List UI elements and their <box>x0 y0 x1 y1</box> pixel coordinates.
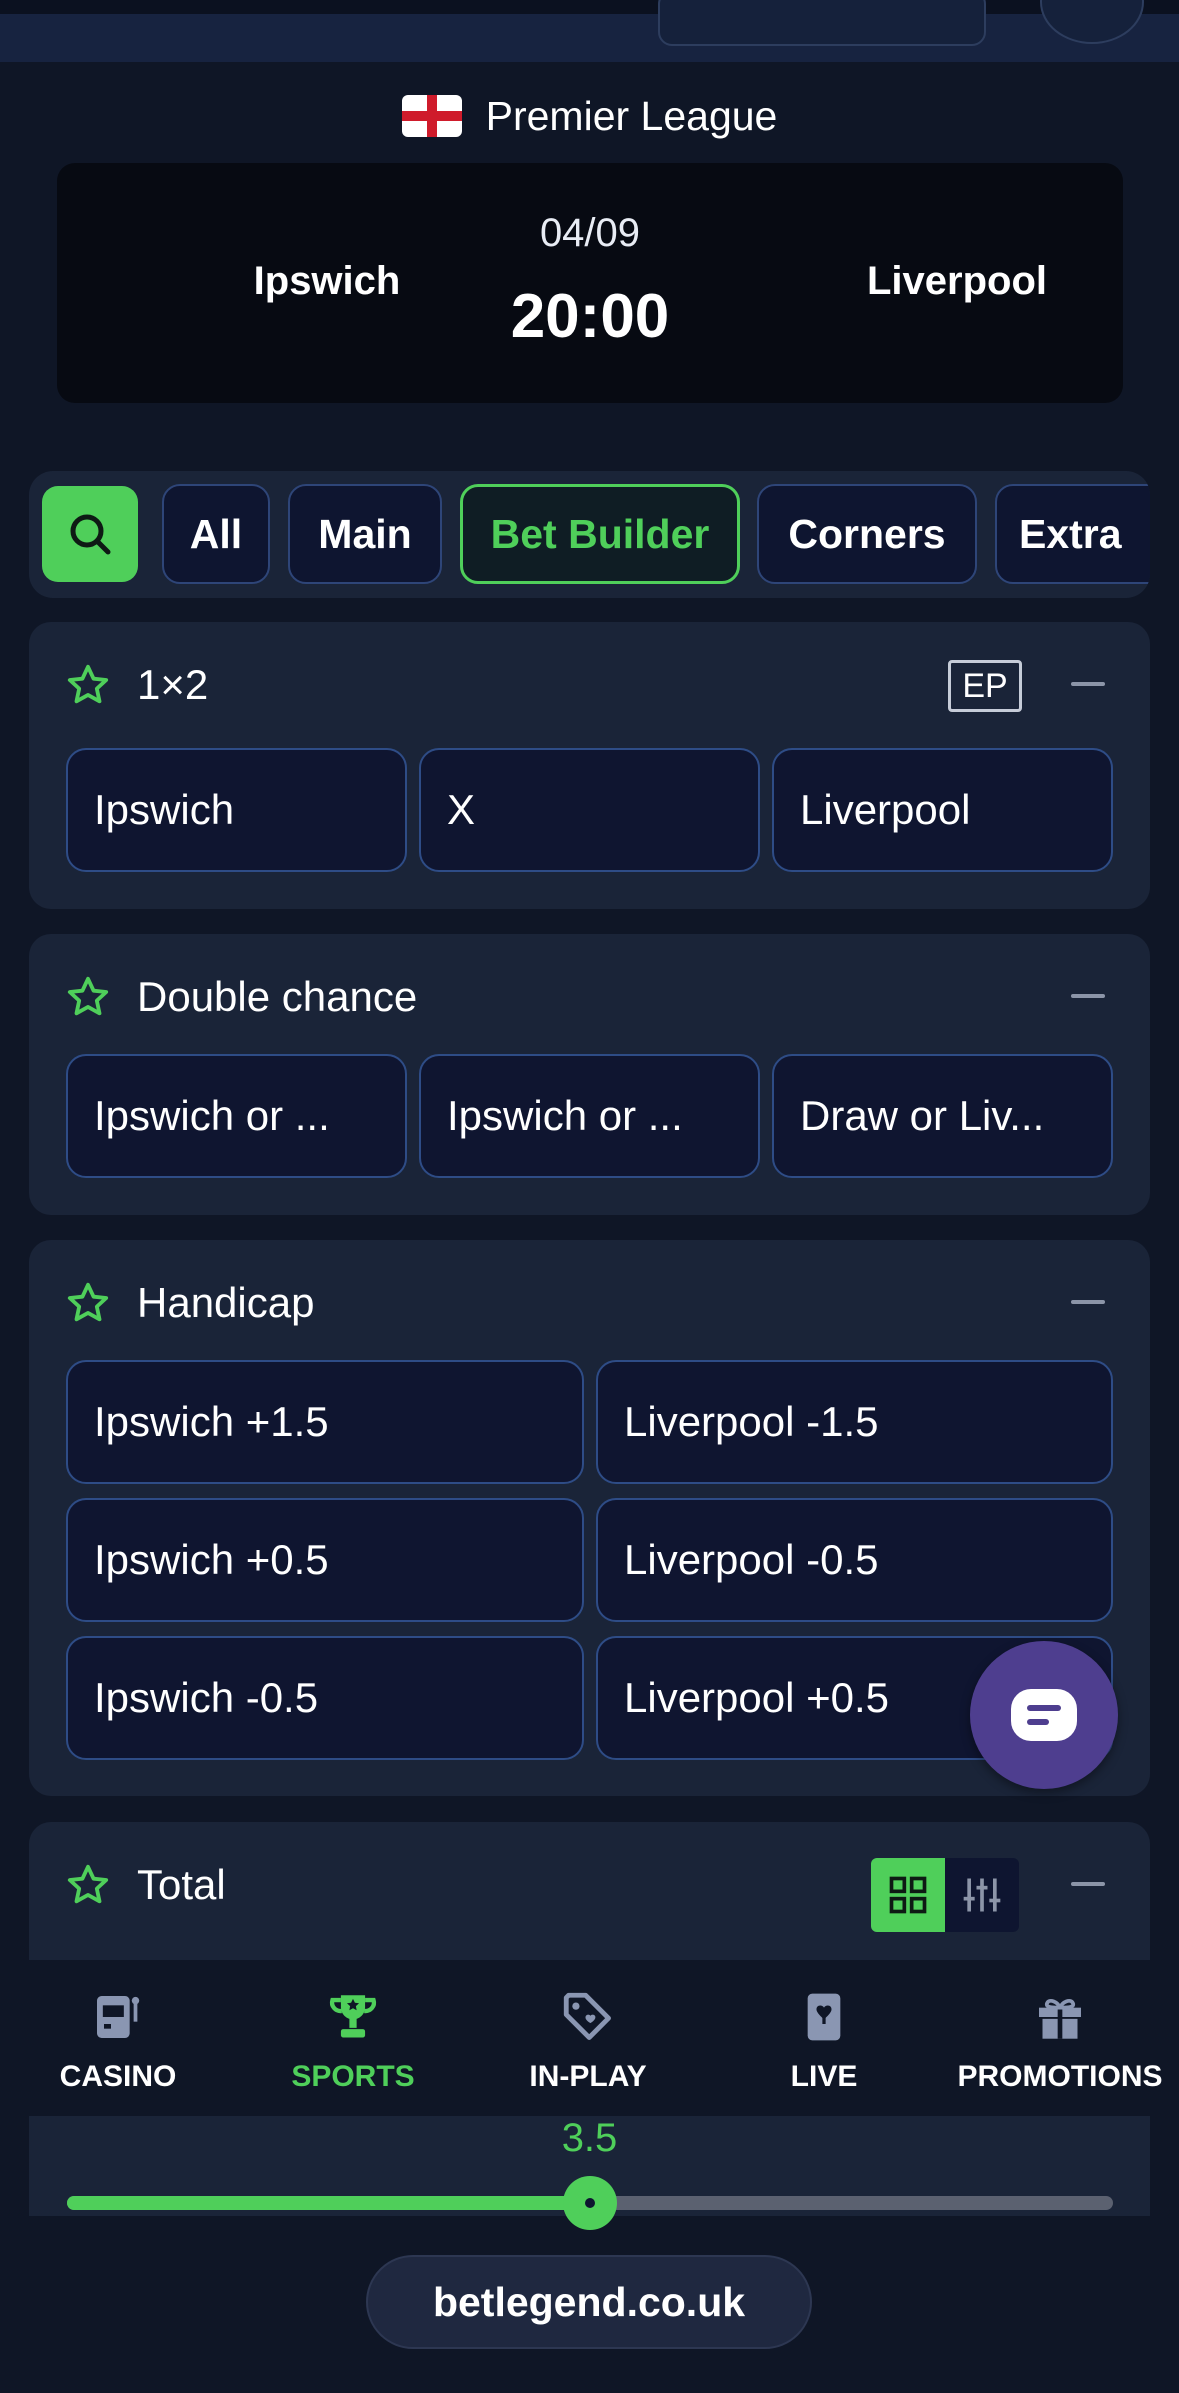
tab-all[interactable]: All <box>162 484 270 584</box>
total-line-slider: 3.5 <box>29 2116 1150 2230</box>
gift-icon <box>942 1986 1178 2048</box>
market-title: Double chance <box>137 973 418 1020</box>
selection-button[interactable]: Ipswich -0.5 <box>66 1636 584 1760</box>
selection-button[interactable]: Liverpool -0.5 <box>596 1498 1113 1622</box>
sliders-icon <box>963 1878 1001 1912</box>
slider-fill <box>67 2196 590 2210</box>
market-header: Handicap <box>65 1240 1115 1366</box>
search-button[interactable] <box>42 486 138 582</box>
market-total: Total <box>29 1822 1150 1982</box>
market-header: 1×2 EP <box>65 622 1115 748</box>
tag-icon <box>470 1986 706 2048</box>
collapse-icon[interactable] <box>1071 1882 1105 1886</box>
chat-icon <box>1011 1689 1077 1741</box>
collapse-icon[interactable] <box>1071 994 1105 998</box>
slider-value: 3.5 <box>561 2116 618 2160</box>
market-title: Total <box>137 1861 226 1908</box>
star-icon[interactable] <box>65 974 111 1020</box>
england-flag-icon <box>401 95 462 137</box>
match-date: 04/09 <box>539 211 641 255</box>
grid-icon <box>889 1876 927 1914</box>
trophy-icon <box>235 1986 471 2048</box>
tab-main[interactable]: Main <box>288 484 442 584</box>
grid-view-toggle[interactable] <box>871 1858 945 1932</box>
nav-label: CASINO <box>59 2060 177 2093</box>
selection-button[interactable]: Liverpool <box>772 748 1113 872</box>
slider-thumb[interactable] <box>563 2176 617 2230</box>
market-title: Handicap <box>137 1279 315 1326</box>
market-1x2: 1×2 EP Ipswich X Liverpool <box>29 622 1150 909</box>
collapse-icon[interactable] <box>1071 682 1105 686</box>
market-title: 1×2 <box>137 661 209 708</box>
top-pill-button[interactable] <box>658 0 986 46</box>
live-chat-button[interactable] <box>970 1641 1118 1789</box>
nav-live[interactable]: LIVE <box>706 1986 942 2094</box>
nav-promotions[interactable]: PROMOTIONS <box>942 1986 1178 2094</box>
selection-button[interactable]: X <box>419 748 760 872</box>
tab-corners[interactable]: Corners <box>757 484 977 584</box>
url-pill[interactable]: betlegend.co.uk <box>366 2255 812 2349</box>
slot-machine-icon <box>0 1986 236 2048</box>
top-bar <box>0 0 1179 62</box>
match-card: Ipswich 04/09 20:00 Liverpool <box>57 163 1123 403</box>
selection-button[interactable]: Ipswich +1.5 <box>66 1360 584 1484</box>
selection-button[interactable]: Ipswich or ... <box>419 1054 760 1178</box>
nav-label: IN-PLAY <box>529 2060 647 2093</box>
league-header: Premier League <box>0 90 1179 142</box>
market-header: Total <box>65 1822 1115 1948</box>
nav-sports[interactable]: SPORTS <box>235 1986 471 2094</box>
nav-casino[interactable]: CASINO <box>0 1986 236 2094</box>
selection-button[interactable]: Ipswich or ... <box>66 1054 407 1178</box>
star-icon[interactable] <box>65 662 111 708</box>
bottom-nav: CASINO SPORTS IN-PLAY LIVE PROMOTIONS <box>0 1960 1179 2116</box>
tab-extra[interactable]: Extra <box>995 484 1150 584</box>
market-header: Double chance <box>65 934 1115 1060</box>
search-icon <box>70 514 111 555</box>
top-circle-button[interactable] <box>1040 0 1144 44</box>
market-tabs: All Main Bet Builder Corners Extra <box>29 471 1150 598</box>
selection-button[interactable]: Ipswich +0.5 <box>66 1498 584 1622</box>
nav-label: LIVE <box>790 2060 858 2093</box>
selection-button[interactable]: Liverpool -1.5 <box>596 1360 1113 1484</box>
playing-card-icon <box>706 1986 942 2048</box>
collapse-icon[interactable] <box>1071 1300 1105 1304</box>
selection-button[interactable]: Ipswich <box>66 748 407 872</box>
league-name: Premier League <box>485 92 778 139</box>
selection-button[interactable]: Draw or Liv... <box>772 1054 1113 1178</box>
star-icon[interactable] <box>65 1862 111 1908</box>
ep-badge: EP <box>948 660 1022 712</box>
away-team: Liverpool <box>866 259 1048 303</box>
nav-label: SPORTS <box>291 2060 415 2093</box>
nav-label: PROMOTIONS <box>957 2060 1163 2093</box>
slider-track[interactable] <box>67 2176 1113 2230</box>
slider-view-toggle[interactable] <box>945 1858 1019 1932</box>
market-double-chance: Double chance Ipswich or ... Ipswich or … <box>29 934 1150 1215</box>
nav-in-play[interactable]: IN-PLAY <box>470 1986 706 2094</box>
star-icon[interactable] <box>65 1280 111 1326</box>
tab-bet-builder[interactable]: Bet Builder <box>460 484 740 584</box>
